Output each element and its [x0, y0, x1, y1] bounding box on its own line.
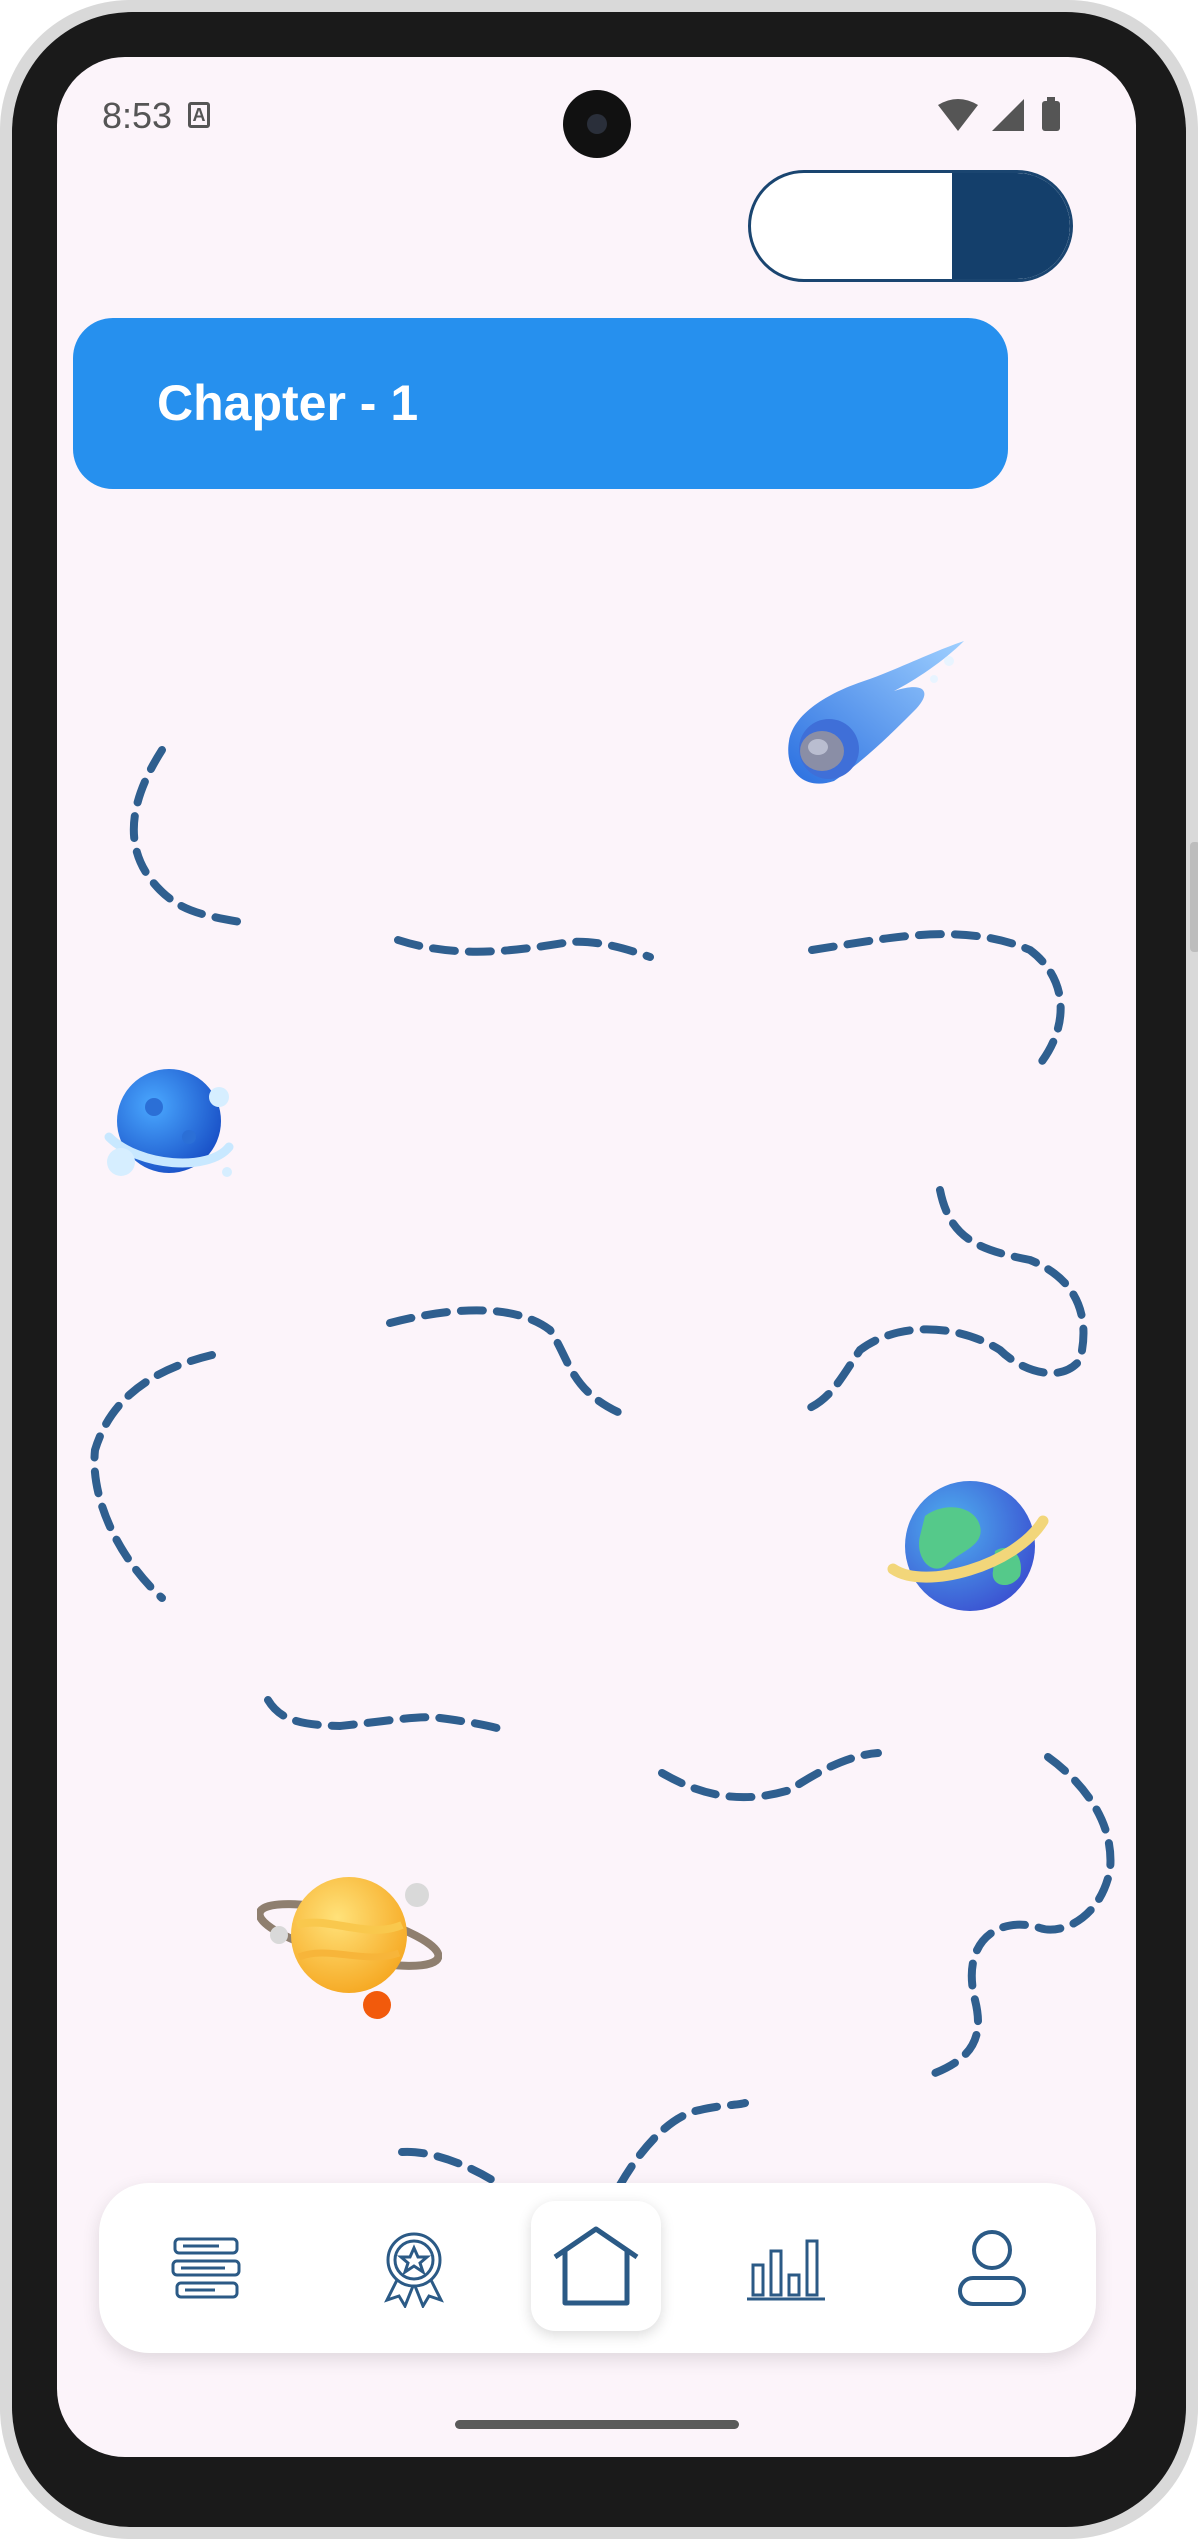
saturn-planet-icon[interactable]	[257, 1865, 442, 2030]
bottom-nav	[99, 2183, 1096, 2353]
nav-home[interactable]	[531, 2201, 661, 2331]
volume-button	[1190, 842, 1198, 952]
nav-stats[interactable]	[721, 2183, 851, 2353]
comet-icon[interactable]	[774, 631, 979, 791]
earth-planet-icon[interactable]	[885, 1471, 1050, 1621]
profile-icon	[958, 2230, 1026, 2306]
level-path	[90, 746, 1115, 2189]
app-screen: 8:53 A Chapter - 1	[57, 57, 1136, 2457]
stats-icon	[747, 2239, 825, 2301]
blue-planet-icon[interactable]	[99, 1057, 239, 1197]
home-icon	[553, 2226, 639, 2306]
device-frame: 8:53 A Chapter - 1	[0, 0, 1198, 2539]
library-icon	[171, 2237, 241, 2299]
award-icon	[384, 2232, 444, 2308]
home-indicator[interactable]	[455, 2420, 739, 2429]
nav-profile[interactable]	[927, 2183, 1057, 2353]
nav-awards[interactable]	[349, 2183, 479, 2353]
nav-library[interactable]	[141, 2183, 271, 2353]
